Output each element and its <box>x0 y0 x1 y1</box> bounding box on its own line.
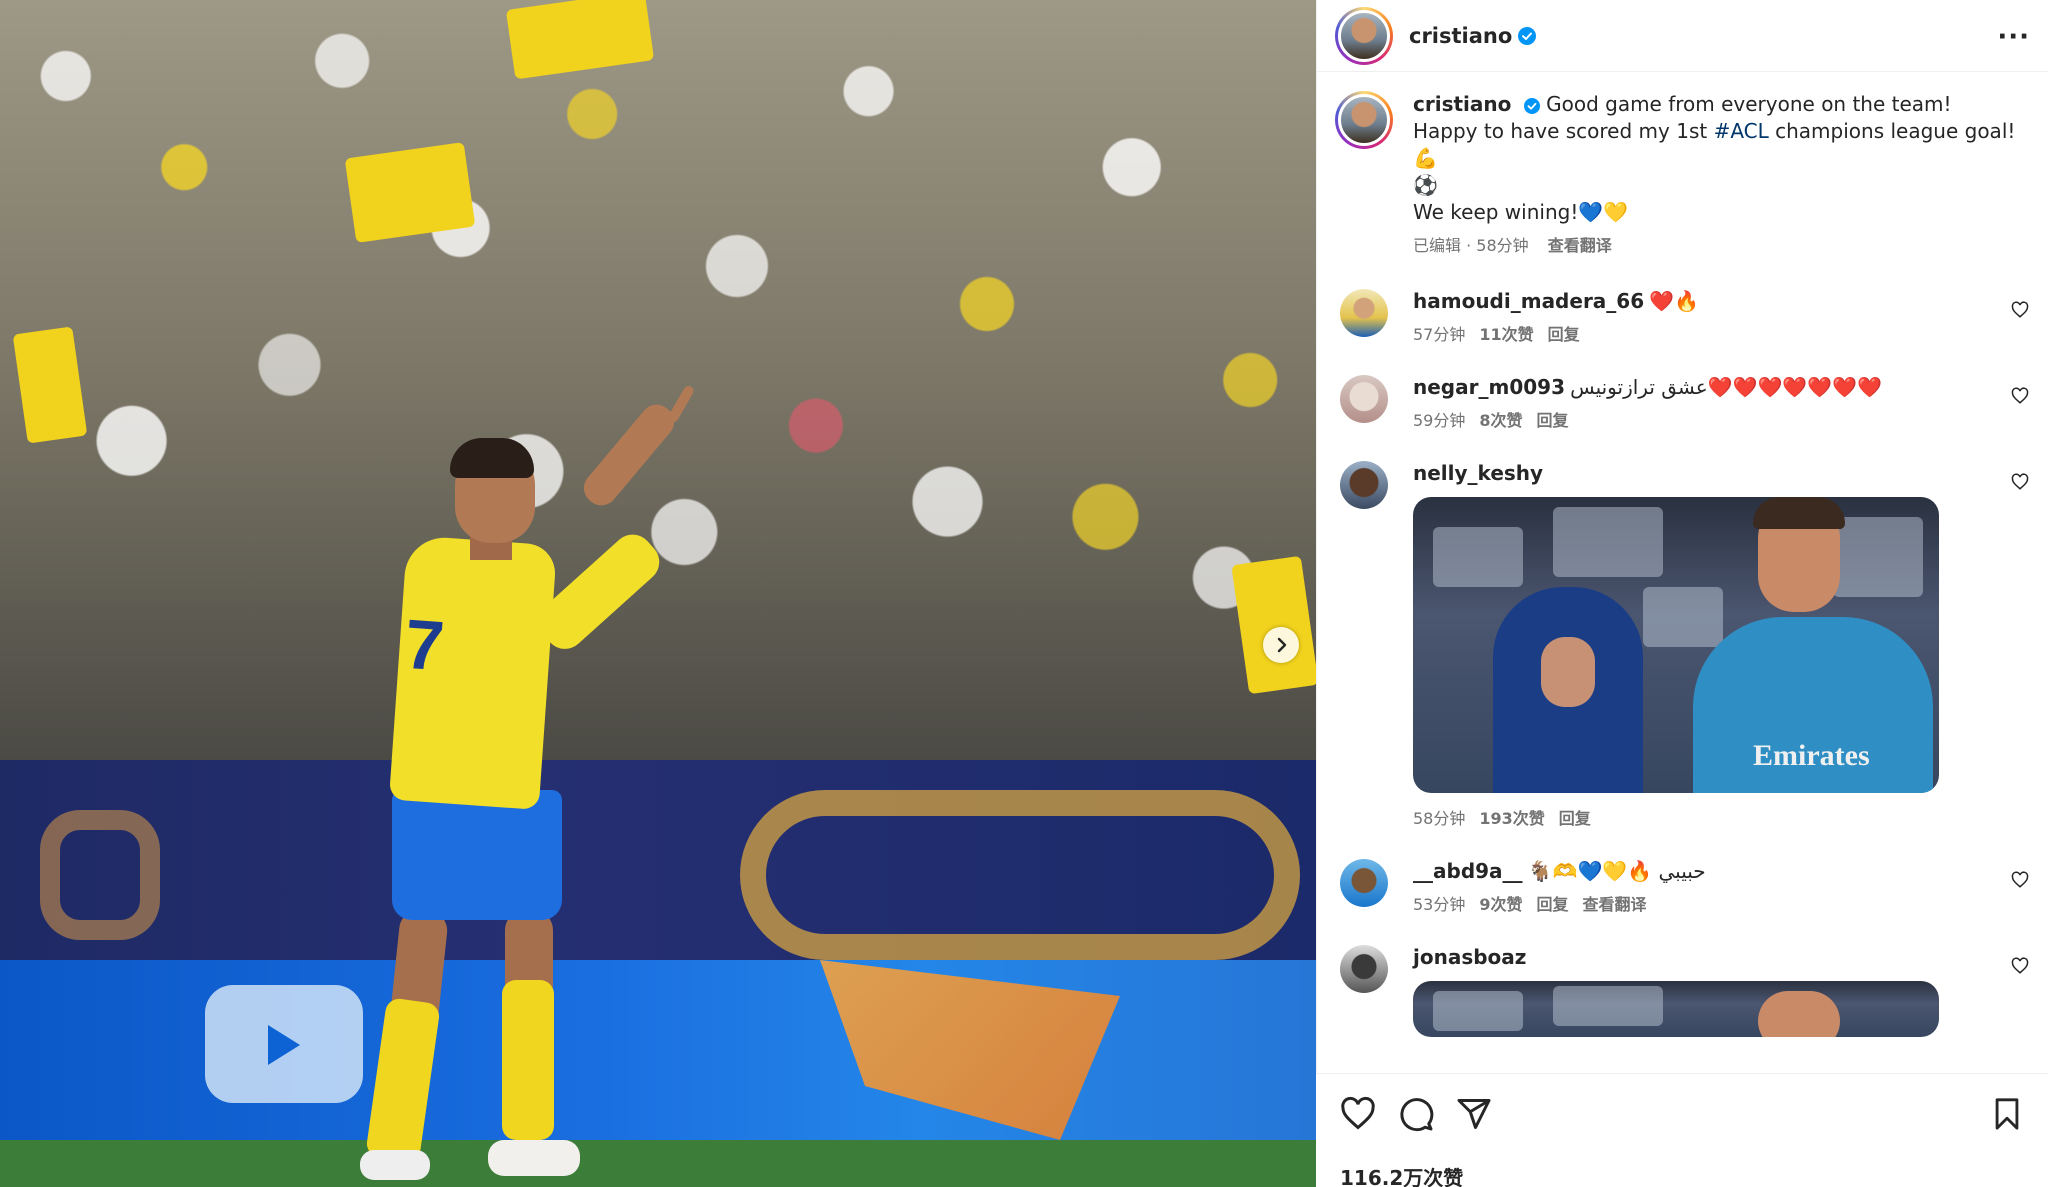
comment-item: __abd9a__ 🐐🫶💙💛🔥 حبيبي 53分钟 9次赞 回复 查看翻译 <box>1335 859 2031 915</box>
reply-button[interactable]: 回复 <box>1559 809 1591 828</box>
comment-likes[interactable]: 11次赞 <box>1479 325 1533 344</box>
commenter-username[interactable]: __abd9a__ <box>1413 859 1523 883</box>
commenter-username[interactable]: negar_m0093 <box>1413 375 1565 399</box>
commenter-avatar[interactable] <box>1340 945 1388 993</box>
comment-likes[interactable]: 9次赞 <box>1479 895 1522 914</box>
commenter-username[interactable]: nelly_keshy <box>1413 461 1543 485</box>
reply-button[interactable]: 回复 <box>1537 411 1569 430</box>
author-username[interactable]: cristiano <box>1409 24 1512 48</box>
verified-badge-icon <box>1518 26 1537 45</box>
heart-icon[interactable] <box>2011 301 2029 319</box>
heart-icon[interactable] <box>2011 473 2029 491</box>
comment-text: عشق ترازتونیس❤️❤️❤️❤️❤️❤️❤️ <box>1570 375 1883 399</box>
gif-brand-text: Emirates <box>1753 739 1870 772</box>
comment-gif[interactable] <box>1413 981 1939 1037</box>
player-sock <box>502 980 554 1140</box>
player-shorts <box>392 790 562 920</box>
caption-username[interactable]: cristiano <box>1413 92 1511 116</box>
comment-likes[interactable]: 8次赞 <box>1479 411 1522 430</box>
chevron-right-icon <box>1277 637 1287 653</box>
see-translation-link[interactable]: 查看翻译 <box>1583 895 1647 914</box>
player-shoe <box>488 1140 580 1176</box>
player-figure: 7 <box>0 0 1316 1187</box>
heart-icon[interactable] <box>2011 871 2029 889</box>
caption-line: Good game from everyone on the team! <box>1546 92 1952 116</box>
comment-gif[interactable]: Emirates <box>1413 497 1939 793</box>
caption-line: We keep wining!💙💛 <box>1413 200 1629 224</box>
heart-icon[interactable] <box>1340 1096 1376 1132</box>
comment-item: nelly_keshy Emirates 58分钟 193次赞 回复 <box>1335 461 2031 829</box>
post-actions-bar: 116.2万次赞 <box>1316 1073 2048 1187</box>
reply-button[interactable]: 回复 <box>1548 325 1580 344</box>
commenter-username[interactable]: hamoudi_madera_66 <box>1413 289 1644 313</box>
post-caption: cristiano Good game from everyone on the… <box>1335 91 2031 259</box>
more-options-icon[interactable]: ··· <box>1997 22 2030 52</box>
see-translation-link[interactable]: 查看翻译 <box>1548 236 1612 255</box>
comment-likes[interactable]: 193次赞 <box>1479 809 1544 828</box>
verified-badge-icon <box>1523 97 1540 114</box>
commenter-avatar[interactable] <box>1340 289 1388 337</box>
comment-item: hamoudi_madera_66 ❤️🔥 57分钟 11次赞 回复 <box>1335 289 2031 345</box>
comment-item: jonasboaz <box>1335 945 2031 1037</box>
commenter-avatar[interactable] <box>1340 461 1388 509</box>
commenter-avatar[interactable] <box>1340 859 1388 907</box>
reply-button[interactable]: 回复 <box>1537 895 1569 914</box>
share-icon[interactable] <box>1456 1096 1492 1132</box>
post-side-panel: cristiano ··· cristiano Good game from e… <box>1316 0 2048 1187</box>
author-avatar[interactable] <box>1335 91 1393 149</box>
caption-line: ⚽ <box>1413 173 1438 197</box>
next-media-button[interactable] <box>1263 627 1299 663</box>
caption-line: Happy to have scored my 1st <box>1413 119 1714 143</box>
comment-icon[interactable] <box>1398 1096 1434 1132</box>
player-shoe <box>360 1150 430 1180</box>
player-finger <box>666 384 696 424</box>
comment-time: 58分钟 <box>1413 809 1466 828</box>
edited-time: 已编辑 · 58分钟 <box>1413 236 1529 255</box>
commenter-avatar[interactable] <box>1340 375 1388 423</box>
jersey-number: 7 <box>402 604 447 686</box>
player-sock <box>365 997 441 1163</box>
post-header: cristiano ··· <box>1317 0 2048 72</box>
comment-text: 🐐🫶💙💛🔥 حبيبي <box>1527 859 1706 883</box>
heart-icon[interactable] <box>2011 387 2029 405</box>
comments-list[interactable]: cristiano Good game from everyone on the… <box>1317 73 2048 1073</box>
player-hair <box>450 438 534 478</box>
bookmark-icon[interactable] <box>1990 1096 2024 1132</box>
comment-text: ❤️🔥 <box>1649 289 1700 313</box>
post-media[interactable]: 7 <box>0 0 1316 1187</box>
comment-time: 57分钟 <box>1413 325 1466 344</box>
author-avatar[interactable] <box>1335 6 1393 65</box>
heart-icon[interactable] <box>2011 957 2029 975</box>
commenter-username[interactable]: jonasboaz <box>1413 945 1526 969</box>
likes-count[interactable]: 116.2万次赞 <box>1340 1162 1463 1187</box>
comment-item: negar_m0093 عشق ترازتونیس❤️❤️❤️❤️❤️❤️❤️ … <box>1335 375 2031 431</box>
comment-time: 59分钟 <box>1413 411 1466 430</box>
hashtag-link[interactable]: #ACL <box>1714 119 1769 143</box>
player-forearm <box>577 398 681 512</box>
comment-time: 53分钟 <box>1413 895 1466 914</box>
